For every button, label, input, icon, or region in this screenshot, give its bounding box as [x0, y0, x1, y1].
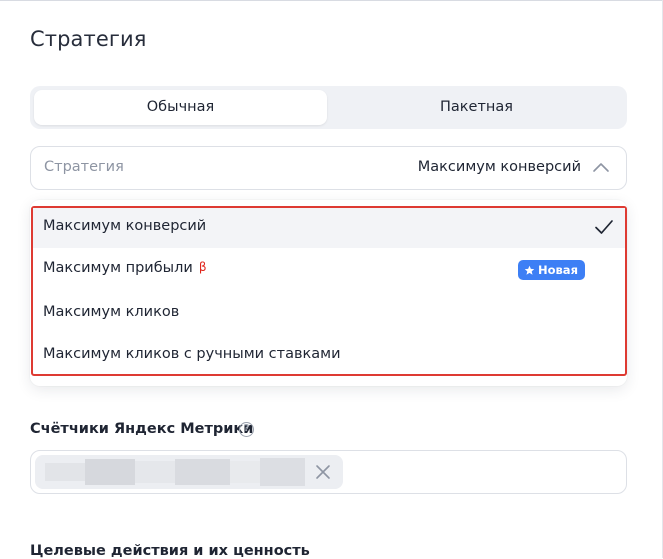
strategy-select-value: Максимум конверсий — [417, 159, 581, 175]
strategy-dropdown-list: Максимум конверсий Максимум прибыли β Нов… — [31, 206, 627, 376]
option-label: Максимум конверсий — [43, 218, 207, 234]
option-max-profit[interactable]: Максимум прибыли β Новая — [33, 250, 625, 290]
metrika-counters-field[interactable] — [30, 450, 627, 494]
page-title: Стратегия — [30, 27, 147, 51]
chevron-up-icon[interactable] — [592, 159, 610, 177]
option-label: Максимум прибыли β — [43, 260, 207, 276]
counter-chip — [35, 455, 343, 489]
question-circle-icon[interactable]: ? — [239, 422, 254, 437]
strategy-select[interactable]: Стратегия Максимум конверсий — [30, 146, 627, 190]
option-max-clicks[interactable]: Максимум кликов — [33, 294, 625, 334]
target-actions-label: Целевые действия и их ценность — [30, 543, 310, 559]
check-icon — [595, 220, 613, 234]
beta-mark: β — [198, 260, 207, 274]
option-max-conversions[interactable]: Максимум конверсий — [33, 208, 625, 248]
option-max-clicks-manual[interactable]: Максимум кликов с ручными ставками — [33, 336, 625, 376]
strategy-select-label: Стратегия — [44, 159, 124, 175]
new-badge: Новая — [518, 260, 585, 280]
strategy-type-switch: Обычная Пакетная — [30, 86, 627, 129]
option-label: Максимум кликов с ручными ставками — [43, 346, 341, 362]
badge-text: Новая — [538, 263, 578, 277]
star-icon — [524, 265, 535, 275]
option-label: Максимум кликов — [43, 304, 180, 320]
close-icon[interactable] — [315, 464, 331, 480]
tab-batch[interactable]: Пакетная — [330, 90, 623, 125]
blurred-counter-text — [45, 455, 305, 489]
metrika-counters-label: Счётчики Яндекс Метрики — [30, 421, 254, 437]
top-border — [0, 0, 663, 1]
tab-regular[interactable]: Обычная — [34, 90, 327, 125]
